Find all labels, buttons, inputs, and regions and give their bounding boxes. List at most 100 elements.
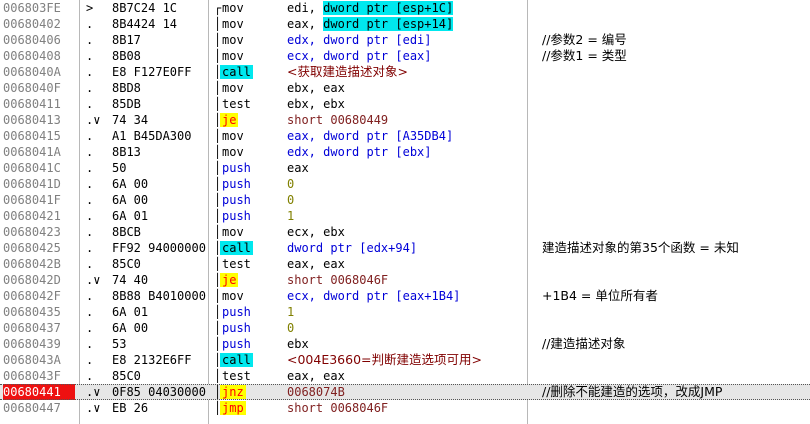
instruction-row[interactable]: 00680425. FF92 94000000 │ call dword ptr [ed…: [0, 240, 810, 256]
procedure-bracket: │: [214, 321, 222, 335]
mnemonic-cell: mov: [222, 289, 244, 303]
operands-cell: edi, dword ptr [esp+1C]: [287, 1, 454, 15]
instruction-row[interactable]: 0068043F. 85C0 │ test eax, eax: [0, 368, 810, 384]
instruction-row[interactable]: 00680437. 6A 00 │ push 0: [0, 320, 810, 336]
instruction-row[interactable]: 0068041F. 6A 00 │ push 0: [0, 192, 810, 208]
instruction-row[interactable]: 00680435. 6A 01 │ push 1: [0, 304, 810, 320]
procedure-bracket: │: [214, 209, 222, 223]
address-cell[interactable]: 00680425: [3, 240, 75, 256]
instruction-row[interactable]: 0068042F. 8B88 B4010000 │ mov ecx, dword ptr…: [0, 288, 810, 304]
address-cell[interactable]: 006803FE: [3, 0, 75, 16]
address-cell[interactable]: 00680437: [3, 320, 75, 336]
mnemonic-cell: push: [222, 305, 251, 319]
jump-marker: .: [86, 369, 94, 383]
operands-cell: 0: [287, 177, 295, 191]
procedure-bracket: │: [214, 81, 222, 95]
hex-bytes-cell: 50: [112, 161, 127, 175]
instruction-row[interactable]: 006803FE >8B7C24 1C ┌ mov edi, dword ptr [es…: [0, 0, 810, 16]
comment-cell: 建造描述对象的第35个函数 = 未知: [542, 240, 739, 255]
address-cell[interactable]: 00680413: [3, 112, 75, 128]
address-cell[interactable]: 0068041A: [3, 144, 75, 160]
instruction-row[interactable]: 00680421. 6A 01 │ push 1: [0, 208, 810, 224]
instruction-row[interactable]: 0068041D. 6A 00 │ push 0: [0, 176, 810, 192]
instruction-row[interactable]: 0068043A. E8 2132E6FF │ call <004E3660=判断建造选…: [0, 352, 810, 368]
operands-cell: eax, eax: [287, 369, 345, 383]
instruction-row[interactable]: 0068040F. 8BD8 │ mov ebx, eax: [0, 80, 810, 96]
mnemonic-cell: mov: [222, 33, 244, 47]
instruction-row[interactable]: 00680439. 53 │ push ebx //建造描述对象: [0, 336, 810, 352]
instruction-row[interactable]: 00680423. 8BCB │ mov ecx, ebx: [0, 224, 810, 240]
mnemonic-cell: mov: [222, 129, 244, 143]
address-cell[interactable]: 0068043A: [3, 352, 75, 368]
instruction-row[interactable]: 00680408. 8B08 │ mov ecx, dword ptr [eax] //参…: [0, 48, 810, 64]
instruction-row[interactable]: 00680415. A1 B45DA300 │ mov eax, dword ptr […: [0, 128, 810, 144]
address-cell[interactable]: 00680439: [3, 336, 75, 352]
hex-bytes-cell: 85C0: [112, 369, 141, 383]
address-cell[interactable]: 0068042B: [3, 256, 75, 272]
jump-marker: .∨: [86, 113, 101, 127]
hex-bytes-cell: 53: [112, 337, 127, 351]
procedure-bracket: │: [214, 129, 222, 143]
mnemonic-cell: test: [222, 97, 251, 111]
mnemonic-cell: je: [220, 113, 239, 127]
address-cell[interactable]: 00680408: [3, 48, 75, 64]
instruction-row[interactable]: 0068041A. 8B13 │ mov edx, dword ptr [ebx]: [0, 144, 810, 160]
instruction-row[interactable]: 00680447 .∨ EB 26 │ jmp short 0068046F: [0, 400, 810, 416]
address-cell[interactable]: 00680435: [3, 304, 75, 320]
address-cell[interactable]: 00680402: [3, 16, 75, 32]
operands-cell: eax, eax: [287, 257, 345, 271]
instruction-row[interactable]: 00680441 .∨ 0F85 04030000 │ jnz 0068074B//删除不…: [0, 384, 810, 400]
instruction-row[interactable]: 00680406. 8B17 │ mov edx, dword ptr [edi] //参…: [0, 32, 810, 48]
hex-bytes-cell: 8B88 B4010000: [112, 289, 206, 303]
procedure-bracket: │: [214, 33, 222, 47]
address-cell[interactable]: 00680447: [3, 400, 75, 416]
operands-cell: <004E3660=判断建造选项可用>: [287, 352, 482, 367]
mnemonic-cell: mov: [222, 225, 244, 239]
address-cell[interactable]: 0068041F: [3, 192, 75, 208]
hex-bytes-cell: E8 2132E6FF: [112, 353, 192, 367]
address-cell[interactable]: 00680415: [3, 128, 75, 144]
operands-cell: edx, dword ptr [ebx]: [287, 145, 432, 159]
address-cell[interactable]: 00680421: [3, 208, 75, 224]
mnemonic-cell: test: [222, 369, 251, 383]
address-cell[interactable]: 0068040A: [3, 64, 75, 80]
instruction-row[interactable]: 00680411. 85DB │ test ebx, ebx: [0, 96, 810, 112]
address-cell[interactable]: 00680423: [3, 224, 75, 240]
instruction-row[interactable]: 00680402. 8B4424 14 │ mov eax, dword ptr [es…: [0, 16, 810, 32]
instruction-row[interactable]: 0068042B. 85C0 │ test eax, eax: [0, 256, 810, 272]
hex-bytes-cell: 8BD8: [112, 81, 141, 95]
address-cell[interactable]: 00680406: [3, 32, 75, 48]
mnemonic-cell: mov: [222, 81, 244, 95]
operands-cell: 1: [287, 305, 295, 319]
address-cell[interactable]: 0068040F: [3, 80, 75, 96]
address-cell[interactable]: 0068041D: [3, 176, 75, 192]
address-cell[interactable]: 0068043F: [3, 368, 75, 384]
hex-bytes-cell: 8B7C24 1C: [112, 1, 178, 15]
operands-cell: short 0068046F: [287, 401, 389, 415]
jump-marker: .: [86, 225, 94, 239]
instruction-row[interactable]: 0068041C. 50 │ push eax: [0, 160, 810, 176]
address-cell[interactable]: 0068041C: [3, 160, 75, 176]
jump-marker: .: [86, 129, 94, 143]
jump-marker: .: [86, 161, 94, 175]
mnemonic-cell: je: [220, 273, 239, 287]
address-cell[interactable]: 00680411: [3, 96, 75, 112]
instruction-row[interactable]: 0068042D .∨ 74 40 │ je short 0068046F: [0, 272, 810, 288]
operands-cell: ebx, ebx: [287, 97, 345, 111]
operands-cell: 1: [287, 209, 295, 223]
address-cell[interactable]: 0068042F: [3, 288, 75, 304]
hex-bytes-cell: 6A 00: [112, 193, 149, 207]
procedure-bracket: │: [214, 369, 222, 383]
hex-bytes-cell: 6A 01: [112, 305, 149, 319]
instruction-row[interactable]: 00680413 .∨ 74 34 │ je short 00680449: [0, 112, 810, 128]
mnemonic-cell: call: [220, 65, 253, 79]
instruction-row[interactable]: 0068040A. E8 F127E0FF │ call <获取建造描述对象>: [0, 64, 810, 80]
operands-cell: ecx, ebx: [287, 225, 345, 239]
jump-marker: .: [86, 193, 94, 207]
operands-cell: <获取建造描述对象>: [287, 64, 408, 79]
jump-marker: .: [86, 177, 94, 191]
hex-bytes-cell: 85C0: [112, 257, 141, 271]
jump-marker: .: [86, 97, 94, 111]
address-cell[interactable]: 0068042D: [3, 272, 75, 288]
operands-cell: eax, dword ptr [A35DB4]: [287, 129, 454, 143]
